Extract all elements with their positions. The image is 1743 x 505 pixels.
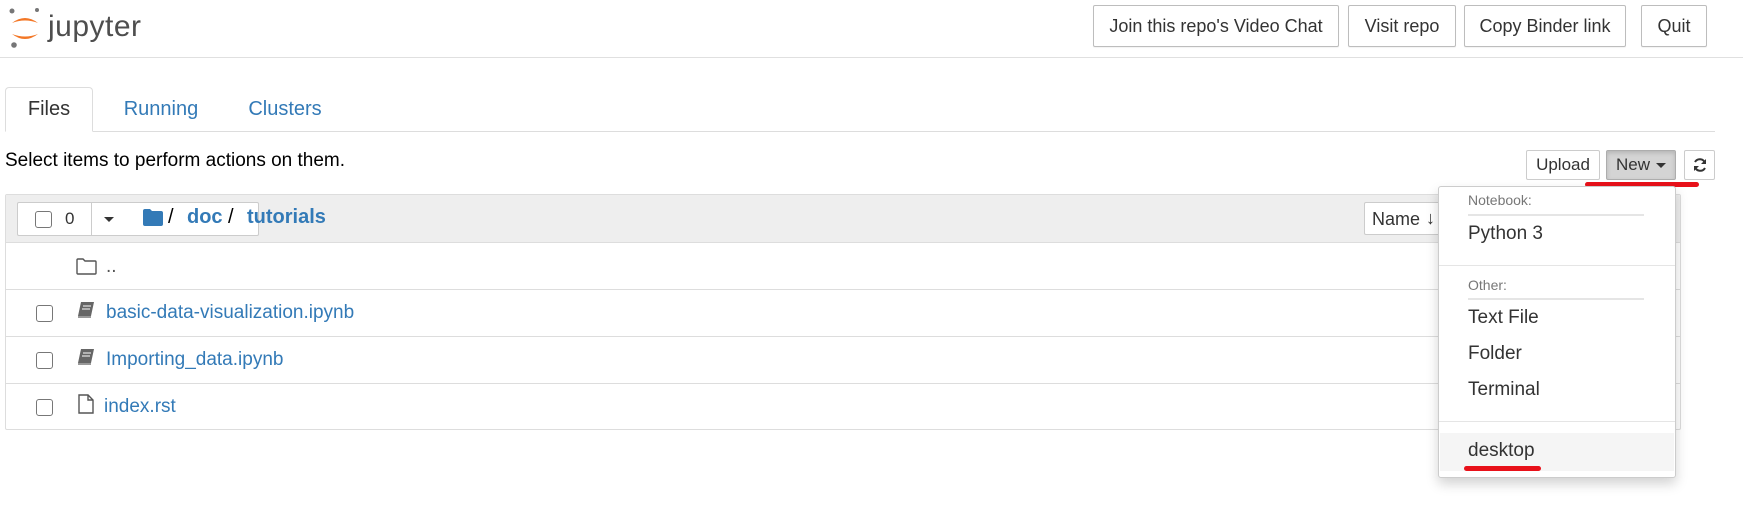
breadcrumb-tutorials[interactable]: tutorials bbox=[247, 206, 326, 229]
new-dropdown-menu: Notebook: Python 3 Other: Text File Fold… bbox=[1438, 186, 1676, 478]
file-icon bbox=[78, 394, 94, 414]
header: jupyter Join this repo's Video Chat Visi… bbox=[0, 0, 1743, 58]
notebook-icon bbox=[78, 349, 94, 365]
logo-text: jupyter bbox=[48, 10, 142, 43]
row-checkbox[interactable] bbox=[36, 399, 53, 416]
select-all-checkbox[interactable] bbox=[35, 211, 52, 228]
selected-count: 0 bbox=[65, 209, 75, 228]
divider bbox=[91, 203, 92, 235]
section-rule bbox=[1468, 214, 1644, 216]
file-name[interactable]: .. bbox=[106, 256, 117, 278]
caret-down-icon bbox=[1656, 162, 1666, 168]
list-item[interactable]: .. bbox=[6, 243, 1680, 290]
folder-icon[interactable] bbox=[143, 209, 163, 226]
new-button[interactable]: New bbox=[1606, 150, 1676, 180]
breadcrumb-separator: / bbox=[228, 206, 234, 228]
annotation-underline-desktop bbox=[1464, 466, 1541, 471]
file-name[interactable]: Importing_data.ipynb bbox=[106, 349, 283, 371]
tab-bar: Files Running Clusters bbox=[5, 87, 1715, 132]
menu-divider bbox=[1439, 265, 1675, 266]
notebook-icon bbox=[78, 302, 94, 318]
upload-button[interactable]: Upload bbox=[1526, 150, 1600, 180]
file-name[interactable]: index.rst bbox=[104, 396, 176, 418]
refresh-icon bbox=[1693, 158, 1706, 172]
tab-files[interactable]: Files bbox=[5, 87, 93, 132]
breadcrumb-doc[interactable]: doc bbox=[187, 206, 223, 229]
instruction-text: Select items to perform actions on them. bbox=[5, 150, 346, 171]
jupyter-logo[interactable]: jupyter bbox=[8, 3, 142, 51]
menu-item-terminal[interactable]: Terminal bbox=[1468, 379, 1540, 401]
menu-item-desktop[interactable]: desktop bbox=[1468, 440, 1535, 462]
list-item[interactable]: index.rst kB bbox=[6, 384, 1680, 431]
menu-item-text-file[interactable]: Text File bbox=[1468, 307, 1539, 329]
copy-binder-link-button[interactable]: Copy Binder link bbox=[1464, 5, 1626, 47]
sort-by-name-button[interactable]: Name ↓ bbox=[1364, 202, 1444, 235]
list-item[interactable]: basic-data-visualization.ipynb kB bbox=[6, 290, 1680, 337]
menu-item-folder[interactable]: Folder bbox=[1468, 343, 1522, 365]
file-name[interactable]: basic-data-visualization.ipynb bbox=[106, 302, 354, 324]
refresh-button[interactable] bbox=[1684, 150, 1715, 180]
section-rule bbox=[1468, 298, 1644, 300]
menu-divider bbox=[1439, 421, 1675, 422]
sort-label: Name bbox=[1372, 209, 1421, 229]
row-checkbox[interactable] bbox=[36, 352, 53, 369]
list-item[interactable]: Importing_data.ipynb kB bbox=[6, 337, 1680, 384]
tab-clusters[interactable]: Clusters bbox=[235, 87, 335, 131]
select-dropdown-caret-icon[interactable] bbox=[104, 217, 114, 222]
row-checkbox[interactable] bbox=[36, 305, 53, 322]
video-chat-button[interactable]: Join this repo's Video Chat bbox=[1093, 5, 1339, 47]
jupyter-logo-icon bbox=[9, 8, 39, 48]
notebook-section-label: Notebook: bbox=[1468, 192, 1532, 208]
breadcrumb-separator: / bbox=[168, 206, 174, 228]
tab-running[interactable]: Running bbox=[113, 87, 209, 131]
folder-outline-icon bbox=[76, 258, 97, 275]
visit-repo-button[interactable]: Visit repo bbox=[1348, 5, 1456, 47]
new-button-label: New bbox=[1615, 155, 1650, 174]
menu-item-python3[interactable]: Python 3 bbox=[1468, 223, 1543, 245]
select-all-control[interactable]: 0 bbox=[17, 202, 259, 236]
arrow-down-icon: ↓ bbox=[1426, 208, 1435, 228]
quit-button[interactable]: Quit bbox=[1641, 5, 1707, 47]
other-section-label: Other: bbox=[1468, 277, 1507, 293]
